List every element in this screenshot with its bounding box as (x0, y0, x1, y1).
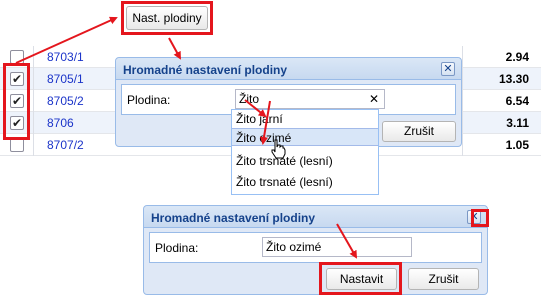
arrow-to-button (15, 16, 118, 64)
annotation-arrows (15, 16, 357, 259)
arrow-to-input (244, 99, 267, 118)
arrow-to-option (260, 100, 271, 145)
arrow-to-nastavit (336, 223, 357, 259)
arrow-to-dialog (168, 37, 181, 60)
